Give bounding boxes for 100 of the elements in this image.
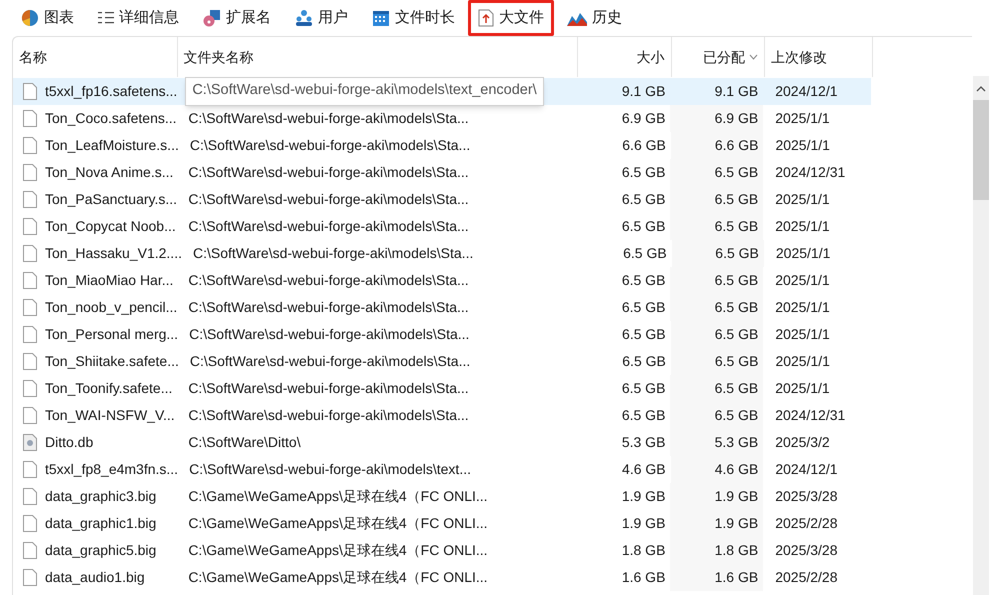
toolbar-tab[interactable]: 详细信息: [87, 0, 190, 36]
size-value: 6.5 GB: [622, 380, 666, 396]
folder-path: C:\SoftWare\sd-webui-forge-aki\models\Sta...: [192, 245, 474, 261]
file-row[interactable]: Ton_Personal merg... C:\SoftWare\sd-webui-forge-aki\models\Sta... 6.5 GB 6.5 GB 2025/1/1: [13, 321, 871, 348]
allocated-value: 1.8 GB: [714, 541, 758, 560]
size-value: 6.5 GB: [622, 326, 666, 342]
size-value: 6.5 GB: [622, 272, 666, 288]
size-value: 1.9 GB: [622, 515, 666, 531]
file-row[interactable]: Ton_Hassaku_V1.2.... C:\SoftWare\sd-webui-forge-aki\models\Sta... 6.5 GB 6.5 GB 2025/1/1: [13, 240, 871, 267]
file-row[interactable]: t5xxl_fp8_e4m3fn.s... C:\SoftWare\sd-webui-forge-aki\models\text... 4.6 GB 4.6 GB 2024/12/1: [13, 456, 871, 483]
modified-date: 2025/3/28: [775, 542, 838, 558]
file-up-arrow-icon: [478, 9, 494, 27]
file-row[interactable]: Ton_Coco.safetens... C:\SoftWare\sd-webui-forge-aki\models\Sta... 6.9 GB 6.9 GB 2025/1/1: [13, 105, 871, 132]
scrollbar[interactable]: [973, 76, 989, 595]
scroll-thumb[interactable]: [973, 100, 989, 200]
file-icon: [23, 569, 37, 586]
modified-date: 2025/3/2: [775, 434, 830, 450]
file-icon: [23, 326, 37, 343]
file-row[interactable]: Ditto.db C:\SoftWare\Ditto\ 5.3 GB 5.3 GB 2025/3/2: [13, 429, 871, 456]
calendar-icon: [372, 9, 390, 27]
allocated-value: 6.5 GB: [714, 217, 758, 236]
column-header[interactable]: 已分配: [672, 37, 766, 77]
scroll-up-icon[interactable]: [976, 86, 986, 92]
allocated-value: 5.3 GB: [714, 433, 758, 452]
allocated-value: 1.6 GB: [714, 568, 758, 587]
file-icon: [23, 488, 37, 505]
size-value: 6.5 GB: [622, 299, 666, 315]
file-name: Ton_WAI-NSFW_V...: [45, 406, 175, 425]
file-row[interactable]: Ton_Toonify.safete... C:\SoftWare\sd-webui-forge-aki\models\Sta... 6.5 GB 6.5 GB 2025/1/1: [13, 375, 871, 402]
allocated-value: 6.5 GB: [714, 298, 758, 317]
file-row[interactable]: Ton_Copycat Noob... C:\SoftWare\sd-webui-forge-aki\models\Sta... 6.5 GB 6.5 GB 2025/1/1: [13, 213, 871, 240]
folder-path: C:\SoftWare\sd-webui-forge-aki\models\Sta...: [188, 218, 469, 234]
file-icon: [23, 218, 37, 235]
size-value: 1.8 GB: [622, 542, 666, 558]
file-icon: [23, 299, 37, 316]
folder-path: C:\SoftWare\sd-webui-forge-aki\models\Sta...: [188, 380, 469, 396]
sort-chevron-icon: [749, 54, 758, 60]
toolbar-tab[interactable]: 大文件: [468, 0, 554, 36]
toolbar-tab[interactable]: 文件时长: [361, 0, 466, 36]
allocated-value: 6.5 GB: [714, 406, 758, 425]
allocated-value: 6.5 GB: [714, 379, 758, 398]
modified-date: 2025/1/1: [775, 191, 830, 207]
size-value: 6.9 GB: [622, 110, 666, 126]
toolbar-tab[interactable]: 扩展名: [192, 0, 282, 36]
file-row[interactable]: data_graphic3.big C:\Game\WeGameApps\足球在线4（FC ONLI... 1.9 GB 1.9 GB 2025/3/28: [13, 483, 871, 510]
file-name: Ton_Toonify.safete...: [45, 379, 172, 398]
folder-path: C:\Game\WeGameApps\足球在线4（FC ONLI...: [188, 569, 488, 585]
modified-date: 2025/1/1: [775, 218, 830, 234]
file-row[interactable]: t5xxl_fp16.safetens... C:\SoftWare\sd-webui-forge-aki\models\text_encoder\ 9.1 GB 9.1 GB 2024/12/1: [13, 78, 871, 105]
file-name: Ton_Personal merg...: [45, 325, 178, 344]
file-name: Ton_MiaoMiao Har...: [45, 271, 174, 290]
file-name: t5xxl_fp16.safetens...: [45, 82, 178, 101]
modified-date: 2025/3/28: [775, 488, 838, 504]
modified-date: 2024/12/1: [775, 461, 838, 477]
modified-date: 2025/1/1: [775, 272, 830, 288]
file-name: Ton_Nova Anime.s...: [45, 163, 174, 182]
file-row[interactable]: Ton_Shiitake.safete... C:\SoftWare\sd-webui-forge-aki\models\Sta... 6.5 GB 6.5 GB 2025/1/1: [13, 348, 871, 375]
file-name: Ton_noob_v_pencil...: [45, 298, 178, 317]
file-row[interactable]: Ton_LeafMoisture.s... C:\SoftWare\sd-webui-forge-aki\models\Sta... 6.6 GB 6.6 GB 2025/1/1: [13, 132, 871, 159]
folder-path: C:\SoftWare\sd-webui-forge-aki\models\Sta...: [190, 353, 470, 369]
file-row[interactable]: Ton_Nova Anime.s... C:\SoftWare\sd-webui-forge-aki\models\Sta... 6.5 GB 6.5 GB 2024/12/31: [13, 159, 871, 186]
folder-path: C:\SoftWare\sd-webui-forge-aki\models\Sta...: [190, 137, 470, 153]
file-name: data_graphic1.big: [45, 514, 156, 533]
file-row[interactable]: Ton_WAI-NSFW_V... C:\SoftWare\sd-webui-forge-aki\models\Sta... 6.5 GB 6.5 GB 2024/12/31: [13, 402, 871, 429]
file-icon: [23, 110, 37, 127]
size-value: 6.5 GB: [622, 191, 666, 207]
folder-path: C:\SoftWare\sd-webui-forge-aki\models\Sta...: [188, 164, 469, 180]
file-icon: [23, 353, 37, 370]
size-value: 6.6 GB: [622, 137, 666, 153]
toolbar-tab[interactable]: 用户: [284, 0, 359, 36]
file-row[interactable]: data_graphic1.big C:\Game\WeGameApps\足球在线4（FC ONLI... 1.9 GB 1.9 GB 2025/2/28: [13, 510, 871, 537]
toolbar-tab[interactable]: 图表: [10, 0, 85, 36]
file-icon: [23, 191, 37, 208]
file-name: t5xxl_fp8_e4m3fn.s...: [45, 460, 178, 479]
file-name: Ton_Copycat Noob...: [45, 217, 176, 236]
folder-path: C:\Game\WeGameApps\足球在线4（FC ONLI...: [188, 515, 488, 531]
modified-date: 2025/2/28: [775, 515, 838, 531]
file-row[interactable]: data_graphic5.big C:\Game\WeGameApps\足球在线4（FC ONLI... 1.8 GB 1.8 GB 2025/3/28: [13, 537, 871, 564]
modified-date: 2025/1/1: [775, 353, 830, 369]
folder-path: C:\SoftWare\Ditto\: [188, 434, 301, 450]
allocated-value: 6.5 GB: [714, 325, 758, 344]
file-row[interactable]: Ton_noob_v_pencil... C:\SoftWare\sd-webui-forge-aki\models\Sta... 6.5 GB 6.5 GB 2025/1/1: [13, 294, 871, 321]
file-name: Ton_Coco.safetens...: [45, 109, 177, 128]
column-header[interactable]: 大小: [578, 37, 672, 77]
modified-date: 2025/2/28: [775, 569, 838, 585]
size-value: 6.5 GB: [622, 218, 666, 234]
toolbar-tab[interactable]: 历史: [556, 0, 633, 36]
size-value: 9.1 GB: [622, 83, 666, 99]
file-name: Ton_PaSanctuary.s...: [45, 190, 178, 209]
column-header[interactable]: 上次修改: [765, 37, 874, 77]
file-row[interactable]: data_audio1.big C:\Game\WeGameApps\足球在线4（FC ONLI... 1.6 GB 1.6 GB 2025/2/28: [13, 564, 871, 591]
size-value: 4.6 GB: [622, 461, 666, 477]
size-value: 6.5 GB: [622, 353, 666, 369]
folder-path: C:\SoftWare\sd-webui-forge-aki\models\Sta...: [188, 272, 469, 288]
allocated-value: 6.5 GB: [714, 352, 758, 371]
pie-chart-icon: [21, 9, 39, 27]
file-row[interactable]: Ton_PaSanctuary.s... C:\SoftWare\sd-webui-forge-aki\models\Sta... 6.5 GB 6.5 GB 2025/1/1: [13, 186, 871, 213]
file-icon: [23, 515, 37, 532]
file-row[interactable]: Ton_MiaoMiao Har... C:\SoftWare\sd-webui-forge-aki\models\Sta... 6.5 GB 6.5 GB 2025/1/1: [13, 267, 871, 294]
column-header[interactable]: 名称: [13, 37, 178, 77]
